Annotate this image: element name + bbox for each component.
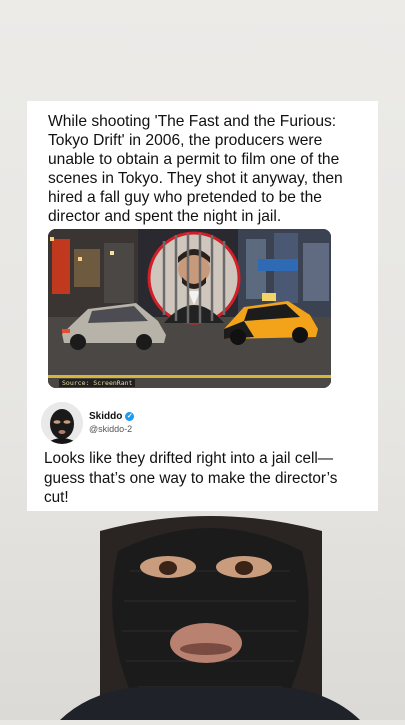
image-source-label: Source: ScreenRant: [59, 379, 136, 387]
author-row[interactable]: Skiddo ✓ @skiddo-2: [41, 402, 341, 446]
presenter-video: [60, 511, 360, 720]
post-card: While shooting 'The Fast and the Furious…: [27, 101, 378, 511]
masked-presenter-illustration: [60, 516, 360, 720]
post-image[interactable]: Source: ScreenRant: [48, 229, 331, 388]
comment-text: Looks like they drifted right into a jai…: [44, 450, 338, 506]
post-caption: While shooting 'The Fast and the Furious…: [48, 113, 343, 225]
avatar[interactable]: [41, 402, 83, 444]
author-handle[interactable]: @skiddo-2: [89, 424, 132, 434]
masked-avatar-icon: [41, 402, 83, 444]
author-name[interactable]: Skiddo ✓: [89, 411, 135, 422]
movie-still-illustration: [48, 229, 331, 388]
verified-badge-icon: ✓: [125, 411, 135, 421]
